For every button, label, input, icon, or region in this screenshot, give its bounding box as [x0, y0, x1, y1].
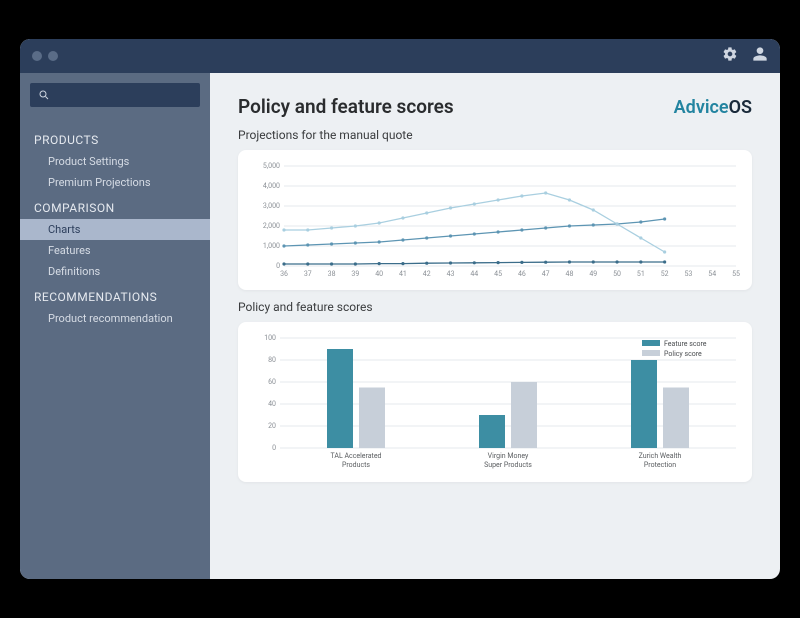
- window-dot[interactable]: [32, 51, 42, 61]
- svg-text:49: 49: [589, 270, 597, 278]
- svg-text:Virgin Money: Virgin Money: [488, 452, 529, 460]
- svg-text:36: 36: [280, 270, 288, 278]
- user-icon[interactable]: [752, 46, 768, 66]
- sidebar-item-product-settings[interactable]: Product Settings: [20, 151, 210, 172]
- sidebar-heading-comparison: COMPARISON: [20, 193, 210, 219]
- svg-text:0: 0: [276, 262, 280, 270]
- svg-text:4,000: 4,000: [263, 182, 280, 190]
- svg-text:45: 45: [494, 270, 502, 278]
- svg-text:3,000: 3,000: [263, 202, 280, 210]
- svg-text:48: 48: [566, 270, 574, 278]
- svg-text:2,000: 2,000: [263, 222, 280, 230]
- svg-text:20: 20: [268, 422, 276, 430]
- sidebar-heading-products: PRODUCTS: [20, 125, 210, 151]
- sidebar-item-premium-projections[interactable]: Premium Projections: [20, 172, 210, 193]
- sidebar-item-charts[interactable]: Charts: [20, 219, 210, 240]
- window-dot[interactable]: [48, 51, 58, 61]
- svg-text:100: 100: [264, 334, 276, 342]
- brand-logo: AdviceOS: [674, 97, 752, 118]
- app-window: PRODUCTS Product Settings Premium Projec…: [20, 39, 780, 579]
- sidebar: PRODUCTS Product Settings Premium Projec…: [20, 73, 210, 579]
- search-icon: [38, 89, 50, 101]
- svg-text:40: 40: [268, 400, 276, 408]
- projections-section-title: Projections for the manual quote: [238, 128, 752, 142]
- svg-text:Policy score: Policy score: [664, 350, 702, 358]
- svg-text:Protection: Protection: [644, 461, 676, 469]
- svg-text:47: 47: [542, 270, 550, 278]
- sidebar-item-features[interactable]: Features: [20, 240, 210, 261]
- search-input[interactable]: [30, 83, 200, 107]
- svg-text:Zurich Wealth: Zurich Wealth: [639, 452, 682, 460]
- svg-text:Feature score: Feature score: [664, 340, 707, 348]
- projections-chart-card: 0 1,000 2,000 3,000 4,000 5,000 36 37 38 39 40 41 42…: [238, 150, 752, 290]
- svg-text:46: 46: [518, 270, 526, 278]
- svg-text:Super Products: Super Products: [484, 461, 532, 469]
- scores-section-title: Policy and feature scores: [238, 300, 752, 314]
- svg-text:51: 51: [637, 270, 645, 278]
- svg-text:54: 54: [708, 270, 716, 278]
- window-controls: [32, 51, 58, 61]
- sidebar-item-definitions[interactable]: Definitions: [20, 261, 210, 282]
- svg-text:40: 40: [375, 270, 383, 278]
- sidebar-heading-recommendations: RECOMMENDATIONS: [20, 282, 210, 308]
- brand-part-a: Advice: [674, 97, 729, 118]
- projections-line-chart: 0 1,000 2,000 3,000 4,000 5,000 36 37 38 39 40 41 42…: [252, 160, 742, 284]
- svg-text:43: 43: [447, 270, 455, 278]
- scores-chart-card: 0 20 40 60 80 100 Feature score Policy score TAL…: [238, 322, 752, 482]
- gear-icon[interactable]: [722, 46, 738, 66]
- svg-text:Products: Products: [342, 461, 370, 469]
- page-title: Policy and feature scores: [238, 95, 454, 118]
- svg-text:TAL Accelerated: TAL Accelerated: [331, 452, 382, 460]
- svg-text:53: 53: [684, 270, 692, 278]
- sidebar-item-product-recommendation[interactable]: Product recommendation: [20, 308, 210, 329]
- svg-text:1,000: 1,000: [263, 242, 280, 250]
- svg-text:39: 39: [351, 270, 359, 278]
- svg-text:60: 60: [268, 378, 276, 386]
- svg-text:38: 38: [328, 270, 336, 278]
- svg-text:42: 42: [423, 270, 431, 278]
- svg-text:50: 50: [613, 270, 621, 278]
- brand-part-b: OS: [729, 97, 752, 118]
- svg-text:37: 37: [304, 270, 312, 278]
- svg-text:80: 80: [268, 356, 276, 364]
- svg-text:52: 52: [661, 270, 669, 278]
- svg-text:0: 0: [272, 444, 276, 452]
- svg-text:5,000: 5,000: [263, 162, 280, 170]
- main-content: Policy and feature scores AdviceOS Proje…: [210, 73, 780, 579]
- titlebar: [20, 39, 780, 73]
- svg-text:44: 44: [470, 270, 478, 278]
- scores-bar-chart: 0 20 40 60 80 100 Feature score Policy score TAL…: [252, 332, 742, 476]
- svg-text:55: 55: [732, 270, 740, 278]
- svg-text:41: 41: [399, 270, 407, 278]
